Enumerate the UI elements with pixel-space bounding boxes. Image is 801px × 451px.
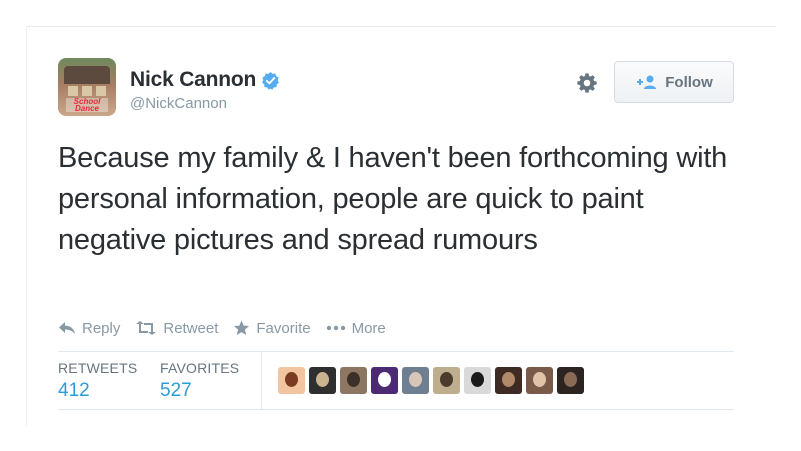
card-left-border	[26, 26, 27, 426]
favoriter-avatar[interactable]	[402, 367, 429, 394]
favoriter-avatar[interactable]	[340, 367, 367, 394]
retweets-label: RETWEETS	[58, 360, 138, 376]
avatar-figure	[347, 372, 360, 387]
favorite-button[interactable]: Favorite	[233, 319, 311, 337]
reply-button[interactable]: Reply	[58, 320, 120, 337]
retweets-count: 412	[58, 380, 90, 401]
favorites-stat[interactable]: FAVORITES 527	[160, 360, 239, 402]
avatar-figure	[285, 372, 298, 387]
reply-label: Reply	[82, 319, 121, 337]
display-name[interactable]: Nick Cannon	[130, 68, 256, 92]
name-row[interactable]: Nick Cannon	[130, 68, 280, 92]
favorites-label: FAVORITES	[160, 360, 240, 376]
tweet-actions: Reply Retweet Favorite More	[58, 318, 401, 338]
favoriter-avatar[interactable]	[464, 367, 491, 394]
avatar-figure	[378, 372, 391, 387]
avatar-figure	[471, 372, 484, 387]
avatar-figure	[564, 372, 577, 387]
retweet-label: Retweet	[163, 319, 219, 337]
favorite-label: Favorite	[256, 319, 311, 337]
add-user-icon	[637, 75, 657, 89]
retweet-icon	[136, 321, 157, 335]
avatar-window	[82, 86, 92, 96]
favoriter-avatar[interactable]	[371, 367, 398, 394]
avatar-figure	[533, 372, 546, 387]
avatar-figure	[409, 372, 422, 387]
verified-badge-icon	[262, 71, 280, 90]
tweet-header: School Dance Nick Cannon @NickCannon Fol…	[58, 58, 734, 120]
star-icon	[234, 320, 250, 335]
stats-divider-top	[58, 351, 734, 352]
tweet-text: Because my family & I haven't been forth…	[58, 142, 728, 256]
favoriter-avatar[interactable]	[557, 367, 584, 394]
retweet-button[interactable]: Retweet	[135, 320, 218, 337]
favoriter-avatars	[278, 367, 588, 394]
avatar-figure	[502, 372, 515, 387]
more-label: More	[351, 319, 386, 337]
follow-button[interactable]: Follow	[614, 61, 734, 103]
avatar-logo: School Dance	[66, 98, 108, 113]
retweets-stat[interactable]: RETWEETS 412	[58, 360, 137, 402]
avatar-window	[96, 86, 106, 96]
favorites-count: 527	[160, 380, 192, 401]
avatar-window	[68, 86, 78, 96]
favoriter-avatar[interactable]	[309, 367, 336, 394]
avatar-figure	[440, 372, 453, 387]
favoriter-avatar[interactable]	[495, 367, 522, 394]
avatar[interactable]: School Dance	[58, 58, 116, 116]
card-top-border	[26, 26, 776, 27]
favoriter-avatar[interactable]	[433, 367, 460, 394]
avatar-house-roof	[64, 66, 110, 84]
stats-divider-bottom	[58, 409, 734, 410]
reply-icon	[59, 322, 75, 334]
ellipsis-icon	[326, 325, 345, 331]
stats-vertical-divider	[261, 352, 262, 409]
follow-label: Follow	[665, 73, 713, 91]
gear-icon[interactable]	[576, 72, 598, 94]
avatar-figure	[316, 372, 329, 387]
favoriter-avatar[interactable]	[278, 367, 305, 394]
favoriter-avatar[interactable]	[526, 367, 553, 394]
more-button[interactable]: More	[326, 320, 386, 337]
user-handle[interactable]: @NickCannon	[130, 95, 227, 112]
